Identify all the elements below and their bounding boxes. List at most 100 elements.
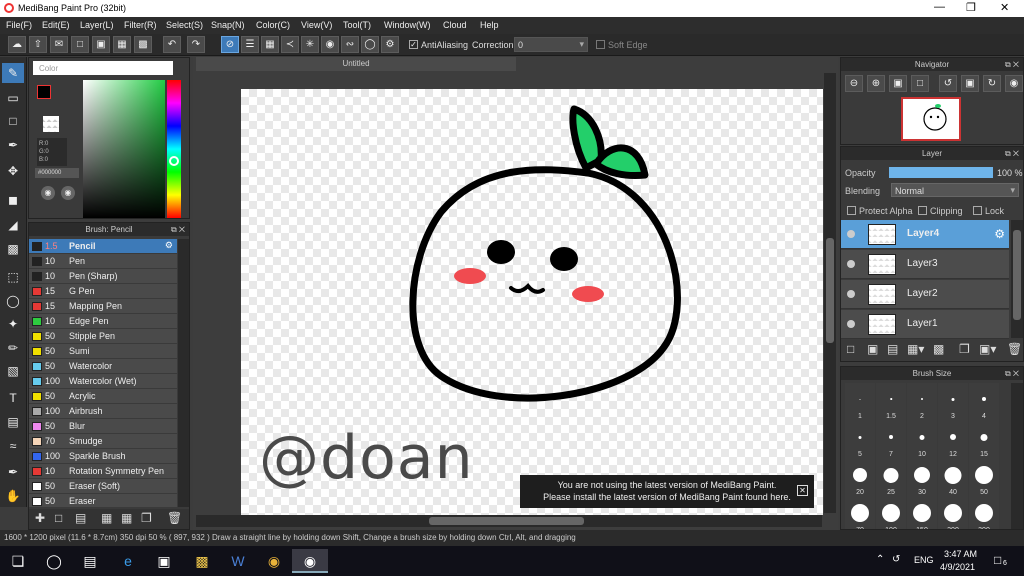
menu-help[interactable]: Help <box>480 20 499 30</box>
file-explorer-icon[interactable]: ▩ <box>184 549 220 573</box>
color-set-icon[interactable]: ◉ <box>61 186 75 200</box>
notification-icon[interactable]: □ <box>994 553 1001 567</box>
eyedropper-icon[interactable]: ✒ <box>2 462 24 482</box>
navigator-thumbnail[interactable] <box>901 97 961 141</box>
transparent-swatch[interactable] <box>43 116 59 132</box>
canvas-v-scrollbar[interactable] <box>824 73 836 513</box>
protect-alpha-checkbox[interactable] <box>847 206 856 215</box>
antialiasing-checkbox[interactable]: ✓ <box>409 40 418 49</box>
menu-cloud[interactable]: Cloud <box>443 20 467 30</box>
brush-delete-icon[interactable]: 🗑 <box>167 511 182 525</box>
brush-size-cell[interactable]: 30 <box>907 459 937 497</box>
select-pen-icon[interactable]: ✏ <box>2 338 24 358</box>
brush-item[interactable]: 70 Smudge <box>29 434 177 449</box>
lock-checkbox[interactable] <box>973 206 982 215</box>
snap-settings-icon[interactable]: ⚙ <box>381 36 399 53</box>
brush-size-cell[interactable]: 2 <box>907 383 937 421</box>
brush-size-cell[interactable]: 50 <box>969 459 999 497</box>
brush-size-cell[interactable]: 12 <box>938 421 968 459</box>
hex-field[interactable]: #000000 <box>35 168 79 178</box>
clock-time[interactable]: 3:47 AM <box>944 549 977 559</box>
actual-size-icon[interactable]: □ <box>911 75 929 92</box>
redo-icon[interactable]: ↷ <box>187 36 205 53</box>
navigator-close-icon[interactable]: ⧉ ✕ <box>1005 58 1019 71</box>
cloud-icon[interactable]: ☁ <box>8 36 26 53</box>
snap-circle-icon[interactable]: ◉ <box>321 36 339 53</box>
brush-item[interactable]: 15 G Pen <box>29 284 177 299</box>
brush-scrollbar[interactable] <box>178 239 189 507</box>
save-icon[interactable]: ▣ <box>92 36 110 53</box>
snap-vanish-icon[interactable]: ≺ <box>281 36 299 53</box>
brush-size-cell[interactable]: 25 <box>876 459 906 497</box>
soft-edge-checkbox[interactable] <box>596 40 605 49</box>
canvas-h-scrollbar[interactable] <box>196 515 822 527</box>
v-scroll-thumb[interactable] <box>826 238 834 343</box>
palette-icon[interactable]: ◉ <box>41 186 55 200</box>
brush-item[interactable]: 50 Sumi <box>29 344 177 359</box>
task-view-icon[interactable]: ▤ <box>72 549 108 573</box>
hue-slider[interactable] <box>167 80 181 218</box>
brush-item[interactable]: 100 Sparkle Brush <box>29 449 177 464</box>
delete-layer-icon[interactable]: 🗑 <box>1007 342 1022 356</box>
brush-item[interactable]: 15 Mapping Pen <box>29 299 177 314</box>
brush-item[interactable]: 50 Watercolor <box>29 359 177 374</box>
snap-radial-icon[interactable]: ✳ <box>301 36 319 53</box>
new-layer-icon[interactable]: □ <box>847 342 854 356</box>
gear-icon[interactable]: ⚙ <box>165 240 173 251</box>
add-layer-menu-icon[interactable]: ▦▾ <box>907 342 924 356</box>
rotate-left-icon[interactable]: ↺ <box>939 75 957 92</box>
brush-size-cell[interactable]: 40 <box>938 459 968 497</box>
gradient-tool-icon[interactable]: ▩ <box>2 239 24 259</box>
blending-select[interactable]: Normal ▾ <box>891 183 1019 197</box>
move-tool-icon[interactable]: ✥ <box>2 161 24 181</box>
zoom-in-icon[interactable]: ⊕ <box>867 75 885 92</box>
brush-size-cell[interactable]: 15 <box>969 421 999 459</box>
new-8bit-layer-icon[interactable]: ▤ <box>887 342 898 356</box>
drawing-canvas[interactable]: @doan <box>241 89 823 515</box>
snap-cross-icon[interactable]: ▦ <box>261 36 279 53</box>
layer-scrollbar[interactable] <box>1011 220 1023 338</box>
brush-item[interactable]: 50 Eraser <box>29 494 177 507</box>
flip-icon[interactable]: ▣ <box>961 75 979 92</box>
gear-icon[interactable]: ⚙ <box>994 227 1005 241</box>
layer-scroll-thumb[interactable] <box>1013 230 1021 320</box>
magic-wand-icon[interactable]: ✦ <box>2 314 24 334</box>
clock-date[interactable]: 4/9/2021 <box>940 562 975 572</box>
brush-size-cell[interactable]: 3 <box>938 383 968 421</box>
new-brush-icon[interactable]: □ <box>55 511 62 525</box>
correction-select[interactable]: 0 ▾ <box>514 37 588 52</box>
maximize-icon[interactable]: ❐ <box>966 1 976 14</box>
word-icon[interactable]: W <box>220 549 256 573</box>
brush-settings-icon[interactable]: ▦ <box>101 511 112 525</box>
opacity-slider[interactable] <box>889 167 993 178</box>
rotate-right-icon[interactable]: ↻ <box>983 75 1001 92</box>
merge-layer-icon[interactable]: ▣▾ <box>979 342 996 356</box>
windows-start-icon[interactable]: ❏ <box>0 549 36 573</box>
snap-off-icon[interactable]: ⊘ <box>221 36 239 53</box>
brush-size-cell[interactable]: 300 <box>969 497 999 529</box>
menu-edit[interactable]: Edit(E) <box>42 20 70 30</box>
brush-size-cell[interactable]: 10 <box>907 421 937 459</box>
eraser-tool-icon[interactable]: ▭ <box>2 88 24 108</box>
dot-tool-icon[interactable]: □ <box>2 111 24 131</box>
layer-row[interactable]: Layer2 <box>841 280 1009 309</box>
brush-size-cell[interactable]: 1.5 <box>876 383 906 421</box>
snap-parallel-icon[interactable]: ☰ <box>241 36 259 53</box>
menu-file[interactable]: File(F) <box>6 20 32 30</box>
panel-close-icon[interactable]: ⧉ ✕ <box>171 223 185 236</box>
visibility-icon[interactable] <box>847 230 855 238</box>
visibility-icon[interactable] <box>847 290 855 298</box>
close-icon[interactable]: ✕ <box>1000 1 1009 14</box>
brush-size-cell[interactable]: 1 <box>845 383 875 421</box>
divide-tool-icon[interactable]: ▤ <box>2 412 24 432</box>
minimize-icon[interactable]: — <box>934 1 945 13</box>
saturation-value-picker[interactable] <box>83 80 165 218</box>
medibang-taskbar-icon[interactable]: ◉ <box>292 549 328 573</box>
brush-size-cell[interactable]: 70 <box>845 497 875 529</box>
visibility-icon[interactable] <box>847 320 855 328</box>
hand-tool-icon[interactable]: ✋ <box>2 486 24 506</box>
brush-item[interactable]: 50 Stipple Pen <box>29 329 177 344</box>
brush-menu-icon[interactable]: ▤ <box>75 511 86 525</box>
search-icon[interactable]: ◯ <box>36 549 72 573</box>
store-icon[interactable]: ▣ <box>146 549 182 573</box>
